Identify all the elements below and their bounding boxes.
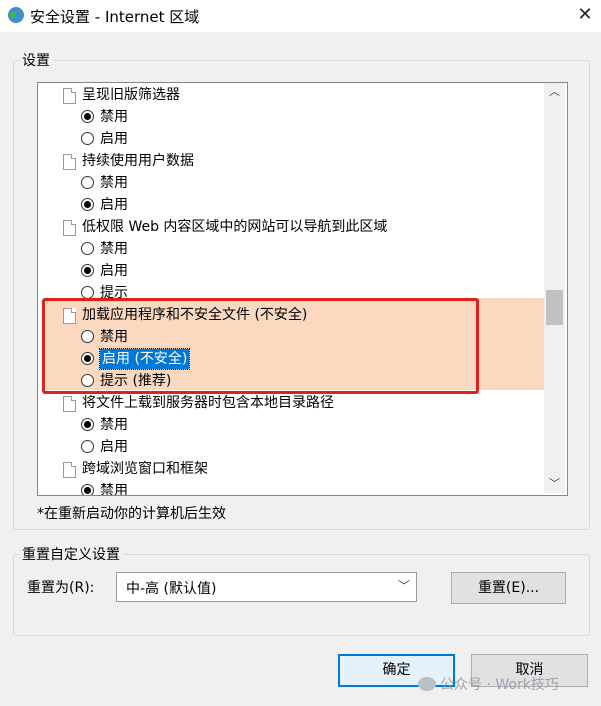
scroll-up-arrow-icon[interactable]: ︿: [544, 83, 565, 100]
settings-list[interactable]: 呈现旧版筛选器 禁用 启用 持续使用用户数据 禁用 启用 低权限 Web 内容区域中的网站可…: [37, 82, 568, 496]
radio-option[interactable]: 禁用: [38, 480, 543, 496]
radio-option[interactable]: 禁用: [38, 414, 543, 436]
radio-checked-icon[interactable]: [81, 484, 94, 495]
radio-option[interactable]: 启用: [38, 194, 543, 216]
close-button[interactable]: ✕: [569, 0, 601, 32]
radio-option[interactable]: 启用: [38, 436, 543, 458]
document-icon: [63, 88, 76, 104]
option-label: 启用: [100, 439, 128, 455]
scroll-thumb[interactable]: [546, 290, 563, 325]
radio-unchecked-icon[interactable]: [81, 440, 94, 453]
document-icon: [63, 220, 76, 236]
reset-button-label: 重置(E)...: [477, 580, 540, 596]
radio-unchecked-icon[interactable]: [81, 176, 94, 189]
radio-option[interactable]: 禁用: [38, 172, 543, 194]
radio-checked-icon[interactable]: [81, 110, 94, 123]
reset-level-select[interactable]: 中-高 (默认值) ﹀: [116, 572, 417, 602]
scroll-down-arrow-icon[interactable]: ﹀: [544, 475, 565, 492]
document-icon: [63, 396, 76, 412]
setting-item: 跨域浏览窗口和框架: [38, 458, 543, 480]
radio-checked-icon[interactable]: [81, 264, 94, 277]
highlight-annotation-box: [42, 298, 479, 394]
radio-option[interactable]: 启用: [38, 260, 543, 282]
document-icon: [63, 154, 76, 170]
radio-option[interactable]: 禁用: [38, 106, 543, 128]
watermark-text: 公众号 · Work技巧: [440, 677, 559, 693]
option-label: 禁用: [100, 483, 128, 496]
settings-group-legend: 设置: [19, 50, 53, 70]
setting-label: 呈现旧版筛选器: [82, 87, 180, 103]
option-label: 启用: [100, 263, 128, 279]
setting-item: 低权限 Web 内容区域中的网站可以导航到此区域: [38, 216, 543, 238]
option-label: 禁用: [100, 241, 128, 257]
option-label: 禁用: [100, 175, 128, 191]
setting-item: 呈现旧版筛选器: [38, 84, 543, 106]
reset-level-value: 中-高 (默认值): [126, 581, 217, 597]
option-label: 启用: [100, 197, 128, 213]
chevron-down-icon: ﹀: [397, 579, 410, 593]
settings-scrollbar[interactable]: ︿ ﹀: [544, 83, 565, 493]
reset-group-legend: 重置自定义设置: [19, 544, 123, 564]
wechat-icon: [418, 677, 436, 691]
option-label: 禁用: [100, 417, 128, 433]
setting-label: 低权限 Web 内容区域中的网站可以导航到此区域: [82, 219, 388, 235]
setting-item: 将文件上载到服务器时包含本地目录路径: [38, 392, 543, 414]
watermark: 公众号 · Work技巧: [418, 674, 559, 694]
radio-unchecked-icon[interactable]: [81, 132, 94, 145]
reset-to-label: 重置为(R):: [27, 580, 95, 596]
close-icon: ✕: [577, 4, 593, 25]
option-label: 禁用: [100, 109, 128, 125]
globe-icon: [8, 7, 24, 23]
radio-checked-icon[interactable]: [81, 198, 94, 211]
radio-option[interactable]: 禁用: [38, 238, 543, 260]
reset-button[interactable]: 重置(E)...: [451, 572, 566, 604]
radio-checked-icon[interactable]: [81, 418, 94, 431]
restart-note: *在重新启动你的计算机后生效: [37, 506, 226, 522]
option-label: 启用: [100, 131, 128, 147]
setting-label: 将文件上载到服务器时包含本地目录路径: [82, 395, 334, 411]
radio-option[interactable]: 启用: [38, 128, 543, 150]
title-bar: 安全设置 - Internet 区域 ✕: [0, 0, 601, 32]
setting-item: 持续使用用户数据: [38, 150, 543, 172]
document-icon: [63, 462, 76, 478]
setting-label: 跨域浏览窗口和框架: [82, 461, 208, 477]
window-title: 安全设置 - Internet 区域: [30, 8, 200, 26]
ok-button-label: 确定: [382, 662, 411, 678]
setting-label: 持续使用用户数据: [82, 153, 194, 169]
radio-unchecked-icon[interactable]: [81, 242, 94, 255]
